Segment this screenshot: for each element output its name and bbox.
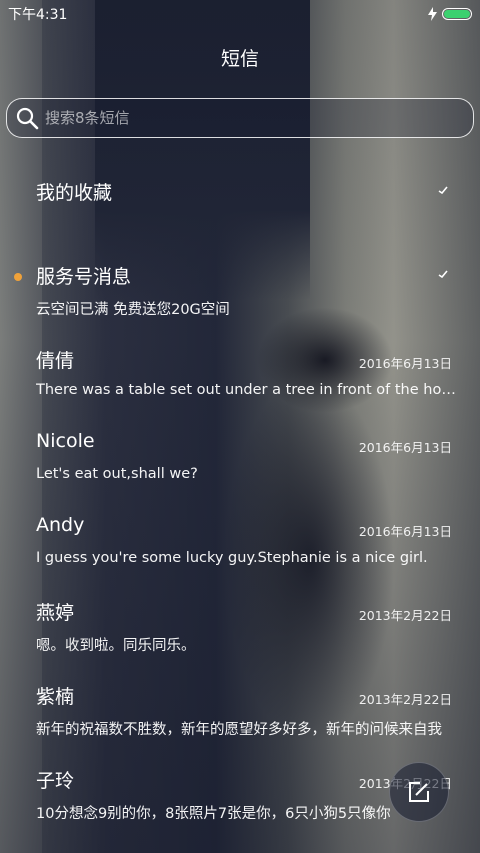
- check-icon: [438, 270, 448, 278]
- thread-date: 2016年6月13日: [358, 524, 452, 539]
- thread-list: 我的收藏服务号消息云空间已满 免费送您20G空间倩倩 There was a ta…: [0, 168, 480, 840]
- thread-row[interactable]: 紫楠新年的祝福数不胜数，新年的愿望好多好多，新年的问候来自我 2013年2月22日: [0, 672, 480, 756]
- thread-row[interactable]: 服务号消息云空间已满 免费送您20G空间: [0, 252, 480, 336]
- thread-row[interactable]: 倩倩 There was a table set out under a tree…: [0, 336, 480, 420]
- thread-name: 倩倩: [36, 350, 75, 372]
- thread-preview: 新年的祝福数不胜数，新年的愿望好多好多，新年的问候来自我: [36, 722, 442, 738]
- thread-date: 2016年6月13日: [358, 356, 452, 371]
- status-bar: 下午4:31: [0, 0, 480, 28]
- thread-name: 服务号消息: [36, 266, 132, 288]
- thread-row[interactable]: 燕婷嗯。收到啦。同乐同乐。 2013年2月22日: [0, 588, 480, 672]
- thread-name: Andy: [36, 514, 85, 536]
- thread-row[interactable]: 我的收藏: [0, 168, 480, 252]
- thread-preview: Let's eat out,shall we?: [36, 466, 198, 482]
- unread-dot: [14, 273, 22, 281]
- thread-date: 2016年6月13日: [358, 440, 452, 455]
- thread-name: 我的收藏: [36, 182, 113, 204]
- thread-row[interactable]: Nicole Let's eat out,shall we? 2016年6月13日: [0, 420, 480, 504]
- page-title: 短信: [220, 48, 259, 70]
- thread-preview: I guess you're some lucky guy.Stephanie …: [36, 550, 428, 566]
- search-input[interactable]: [43, 108, 447, 128]
- thread-date: 2013年2月22日: [358, 608, 452, 623]
- compose-icon: [409, 782, 429, 802]
- thread-name: 子玲: [36, 770, 75, 792]
- thread-name: Nicole: [36, 430, 95, 452]
- battery-fill: [444, 10, 470, 18]
- thread-name: 燕婷: [36, 602, 75, 624]
- lightning-icon: [428, 7, 437, 21]
- thread-row[interactable]: Andy I guess you're some lucky guy.Stepha…: [0, 504, 480, 588]
- compose-button[interactable]: [389, 762, 449, 822]
- thread-preview: There was a table set out under a tree i…: [36, 382, 456, 398]
- search-bar[interactable]: [6, 98, 474, 138]
- thread-date: 2013年2月22日: [358, 692, 452, 707]
- check-icon: [438, 186, 448, 194]
- thread-preview: 嗯。收到啦。同乐同乐。: [36, 638, 196, 654]
- thread-name: 紫楠: [36, 686, 75, 708]
- battery-icon: [442, 8, 472, 20]
- status-right: [428, 7, 472, 21]
- thread-preview: 云空间已满 免费送您20G空间: [36, 302, 230, 318]
- status-time: 下午4:31: [8, 7, 68, 23]
- search-icon: [16, 107, 39, 130]
